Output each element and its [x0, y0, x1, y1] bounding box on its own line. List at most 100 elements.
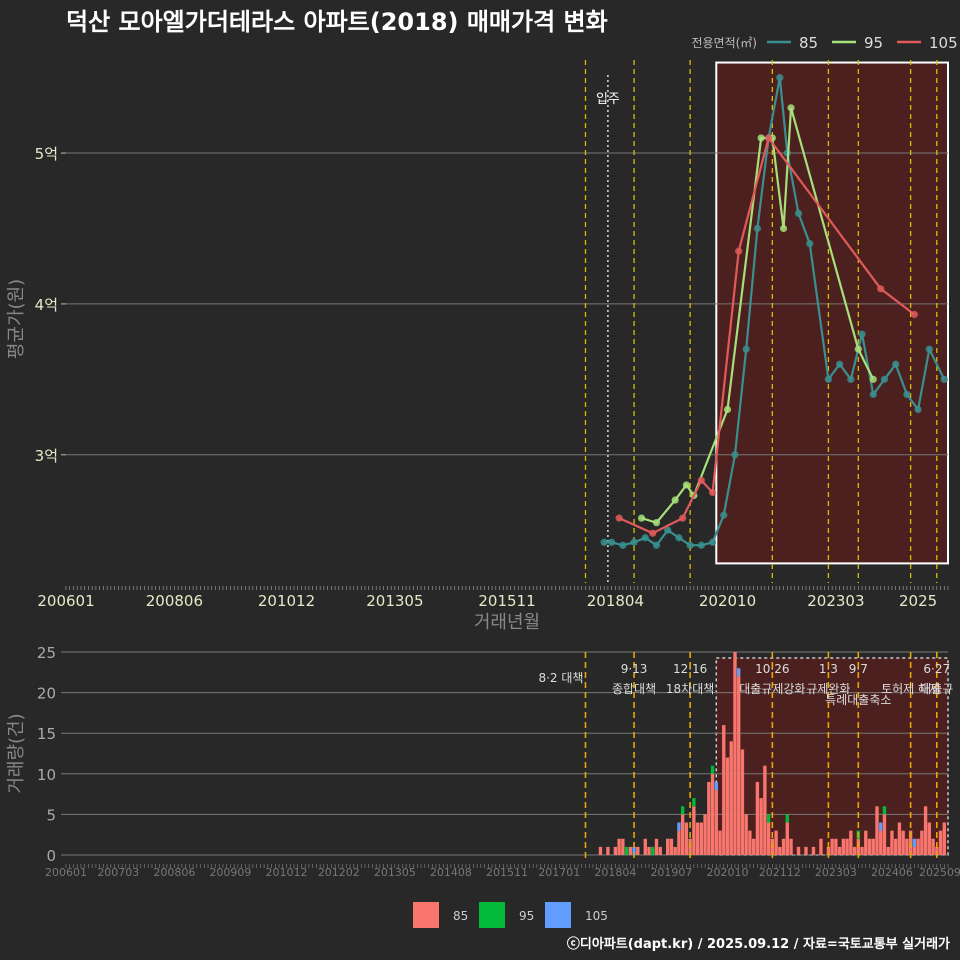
bar-85 [879, 830, 883, 855]
data-point-85 [697, 541, 705, 549]
bar-85 [927, 822, 931, 855]
bar-85 [714, 790, 718, 855]
data-point-85 [925, 345, 933, 353]
data-point-105 [679, 514, 687, 522]
bar-85 [864, 830, 868, 855]
data-point-85 [600, 538, 608, 546]
bar-85 [890, 830, 894, 855]
x-tick-label-bottom: 202010 [707, 866, 749, 879]
legend-label-105: 105 [929, 34, 958, 52]
page-title: 덕산 모아엘가더테라스 아파트(2018) 매매가격 변화 [66, 8, 608, 36]
bar-legend-key-105 [545, 902, 571, 928]
bar-95 [766, 814, 771, 823]
data-point-85 [720, 511, 728, 519]
data-point-95 [671, 496, 679, 504]
bar-85 [766, 822, 771, 855]
bar-85 [684, 822, 689, 855]
x-tick-label: 201511 [478, 592, 535, 610]
bar-85 [774, 830, 778, 855]
data-point-85 [776, 74, 784, 82]
bar-85 [733, 652, 737, 855]
bar-85 [699, 822, 704, 855]
data-point-105 [765, 134, 773, 142]
bar-85 [916, 838, 920, 855]
data-point-85 [847, 375, 855, 383]
bar-85 [692, 806, 696, 855]
bar-105 [714, 781, 718, 791]
bar-85 [751, 838, 756, 855]
x-tick-label-bottom: 200601 [45, 866, 87, 879]
bar-85 [636, 846, 640, 855]
y-tick-label-bottom: 10 [37, 766, 56, 784]
bar-85 [938, 830, 943, 855]
bar-85 [763, 765, 767, 855]
data-point-105 [697, 476, 705, 485]
bar-legend-key-85 [413, 902, 439, 928]
bar-95 [680, 806, 685, 815]
bar-85 [613, 846, 618, 855]
bar-85 [654, 838, 659, 855]
data-point-85 [686, 541, 694, 549]
bar-95 [785, 814, 789, 823]
x-tick-label: 202010 [699, 592, 756, 610]
bar-85 [725, 757, 730, 855]
move-in-label: 입주 [596, 92, 620, 107]
y-tick-label: 4억 [35, 296, 58, 314]
x-tick-label-bottom: 201202 [318, 866, 360, 879]
bar-85 [673, 846, 677, 855]
bar-85 [849, 830, 853, 855]
data-point-85 [903, 390, 911, 399]
bar-85 [666, 838, 670, 855]
bar-85 [860, 846, 864, 855]
bar-85 [658, 846, 662, 855]
x-tick-label-bottom: 201305 [374, 866, 416, 879]
policy-label: 9·13 [621, 662, 648, 676]
bar-105 [912, 838, 917, 847]
data-point-95 [779, 224, 788, 233]
policy-label: 6·27 [923, 662, 950, 676]
data-point-105 [735, 247, 743, 255]
x-tick-label: 202303 [807, 592, 864, 610]
bar-85 [729, 741, 733, 855]
bar-85 [740, 749, 745, 855]
bar-85 [852, 846, 857, 855]
data-point-95 [787, 104, 795, 112]
data-point-85 [742, 345, 750, 353]
x-tick-label: 2025 [899, 592, 937, 610]
data-point-95 [869, 375, 877, 383]
x-tick-label-bottom: 201907 [650, 866, 692, 879]
y-tick-label: 5억 [35, 145, 58, 163]
bar-85 [830, 838, 834, 855]
x-tick-label-bottom: 200806 [153, 866, 195, 879]
policy-label: 10·26 [755, 662, 789, 676]
policy-label: 12·16 [673, 662, 707, 676]
legend-label-95: 95 [864, 34, 883, 52]
bar-85 [778, 846, 782, 855]
bar-85 [804, 846, 808, 855]
source-footer: ⓒ디아파트(dapt.kr) / 2025.09.12 / 자료=국토교통부 실… [566, 937, 950, 952]
bar-85 [695, 822, 700, 855]
y-tick-label-bottom: 25 [37, 644, 56, 662]
bar-85 [598, 846, 603, 855]
data-point-85 [708, 538, 717, 546]
bar-95 [882, 806, 887, 815]
x-tick-label-bottom: 202406 [871, 866, 913, 879]
data-point-95 [652, 519, 661, 527]
x-tick-label-bottom: 202509 [919, 866, 960, 879]
bar-85 [781, 838, 786, 855]
bar-85 [819, 838, 823, 855]
bar-85 [710, 773, 715, 855]
policy-sublabel: 대출규 [920, 682, 953, 696]
bar-85 [748, 830, 752, 855]
x-tick-label-bottom: 201012 [266, 866, 308, 879]
data-point-85 [892, 360, 900, 368]
bar-85 [841, 838, 846, 855]
data-point-85 [794, 209, 803, 217]
data-point-105 [649, 529, 657, 537]
y-tick-label: 3억 [35, 447, 58, 465]
data-point-85 [914, 405, 922, 414]
x-tick-label-bottom: 202112 [759, 866, 801, 879]
bar-85 [722, 725, 726, 855]
data-point-85 [753, 224, 761, 233]
data-point-85 [940, 375, 948, 383]
